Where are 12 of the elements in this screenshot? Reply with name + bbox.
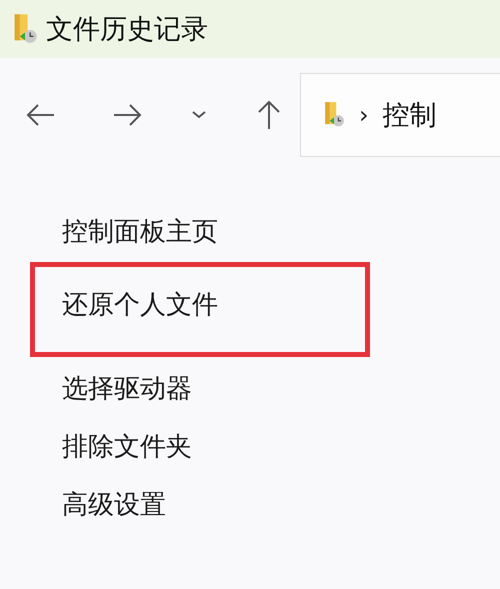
sidebar-link[interactable]: 控制面板主页 — [30, 214, 500, 254]
chevron-down-icon — [192, 111, 206, 119]
window-title: 文件历史记录 — [46, 13, 208, 47]
sidebar-link[interactable]: 选择驱动器 — [30, 371, 500, 411]
file-history-icon — [12, 12, 38, 46]
sidebar-link[interactable]: 还原个人文件 — [30, 262, 370, 357]
breadcrumb-separator: › — [359, 101, 369, 129]
breadcrumb-item[interactable]: 控制 — [382, 97, 437, 133]
address-bar[interactable]: › 控制 — [300, 73, 500, 157]
sidebar-link[interactable]: 高级设置 — [30, 487, 500, 527]
file-history-icon — [323, 101, 345, 129]
sidebar-link[interactable]: 排除文件夹 — [30, 429, 500, 469]
